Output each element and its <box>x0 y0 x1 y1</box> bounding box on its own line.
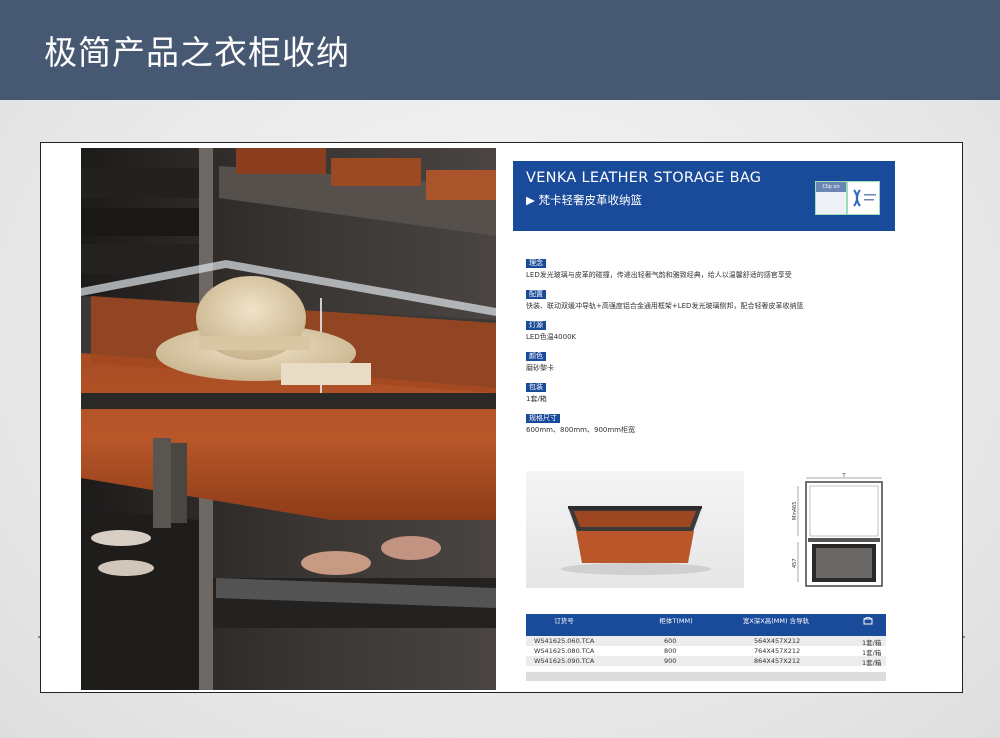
diagram-drawing: T Min465 457 <box>792 473 883 587</box>
product-banner: VENKA LEATHER STORAGE BAG ▶ 梵卡轻奢皮革收纳篮 Cl… <box>513 161 895 231</box>
dimension-diagram: T Min465 457 <box>790 472 890 590</box>
basket-render <box>561 506 711 575</box>
spec-item: 理念 LED发光玻璃与皮革的碰撞，传递出轻奢气韵和雅致经典，给人以温馨舒适的感官… <box>526 250 886 281</box>
cell-size: 864X457X212 <box>754 657 801 665</box>
wardrobe-illustration <box>81 148 496 690</box>
product-render <box>526 471 744 588</box>
header-package-icon <box>856 616 880 627</box>
product-title-cn: ▶ 梵卡轻奢皮革收纳篮 <box>526 193 642 207</box>
cell-t: 600 <box>664 637 677 645</box>
spec-item: 颜色 磨砂黎卡 <box>526 343 886 374</box>
cell-t: 800 <box>664 647 677 655</box>
product-photo <box>81 148 496 690</box>
spec-item: 规格尺寸 600mm、800mm、900mm柜宽 <box>526 405 886 436</box>
spec-list: 理念 LED发光玻璃与皮革的碰撞，传递出轻奢气韵和雅致经典，给人以温馨舒适的感官… <box>526 250 886 436</box>
header-bar: 极简产品之衣柜收纳 <box>0 0 1000 100</box>
spec-label: 灯源 <box>526 321 546 330</box>
table-body: WS41625.060.TCA 600 564X457X212 1套/箱 WS4… <box>526 636 886 667</box>
cell-size: 764X457X212 <box>754 647 801 655</box>
spec-text: 磨砂黎卡 <box>526 364 554 372</box>
diagram-side-label-bottom: 457 <box>792 558 798 568</box>
spec-text: LED发光玻璃与皮革的碰撞，传递出轻奢气韵和雅致经典，给人以温馨舒适的感官享受 <box>526 271 792 279</box>
clip-on-label: Clip on <box>816 182 846 192</box>
header-size: 宽X深X高(MM) 含导轨 <box>742 617 810 625</box>
table-row: WS41625.090.TCA 900 864X457X212 1套/箱 <box>526 656 886 667</box>
page-marker-left <box>38 636 40 638</box>
header-code: 订货号 <box>554 617 574 625</box>
order-table: 订货号 柜体T(MM) 宽X深X高(MM) 含导轨 WS41625.060.TC… <box>526 614 886 681</box>
table-row: WS41625.060.TCA 600 564X457X212 1套/箱 <box>526 636 886 647</box>
spec-item: 灯源 LED色温4000K <box>526 312 886 343</box>
table-footer-bar <box>526 672 886 681</box>
cell-qty: 1套/箱 <box>862 659 882 667</box>
table-row: WS41625.080.TCA 800 764X457X212 1套/箱 <box>526 646 886 657</box>
cell-code: WS41625.090.TCA <box>534 657 595 665</box>
spec-item: 配置 快装、联动双缓冲导轨+高强度铝合金通用框架+LED发光玻璃侧邦，配合轻奢皮… <box>526 281 886 312</box>
spec-label: 理念 <box>526 259 546 268</box>
rail-badge-icon <box>847 181 880 215</box>
spec-label: 配置 <box>526 290 546 299</box>
spec-label: 规格尺寸 <box>526 414 560 423</box>
table-header: 订货号 柜体T(MM) 宽X深X高(MM) 含导轨 <box>526 614 886 636</box>
cell-code: WS41625.080.TCA <box>534 647 595 655</box>
spec-text: LED色温4000K <box>526 333 577 341</box>
spec-text: 1套/箱 <box>526 395 547 403</box>
cell-t: 900 <box>664 657 677 665</box>
page-title: 极简产品之衣柜收纳 <box>44 33 350 72</box>
package-icon <box>863 616 873 625</box>
spec-text: 600mm、800mm、900mm柜宽 <box>526 426 635 434</box>
page-marker-right <box>963 636 965 638</box>
clip-on-badge: Clip on <box>815 181 847 215</box>
diagram-side-label-top: Min465 <box>792 502 798 520</box>
cell-size: 564X457X212 <box>754 637 801 645</box>
header-cabinet: 柜体T(MM) <box>659 617 693 625</box>
rail-logo-icon <box>853 189 876 207</box>
spec-text: 快装、联动双缓冲导轨+高强度铝合金通用框架+LED发光玻璃侧邦，配合轻奢皮革收纳… <box>526 302 804 310</box>
product-title-en: VENKA LEATHER STORAGE BAG <box>526 170 762 186</box>
spec-label: 颜色 <box>526 352 546 361</box>
spec-item: 包装 1套/箱 <box>526 374 886 405</box>
cell-code: WS41625.060.TCA <box>534 637 595 645</box>
spec-label: 包装 <box>526 383 546 392</box>
